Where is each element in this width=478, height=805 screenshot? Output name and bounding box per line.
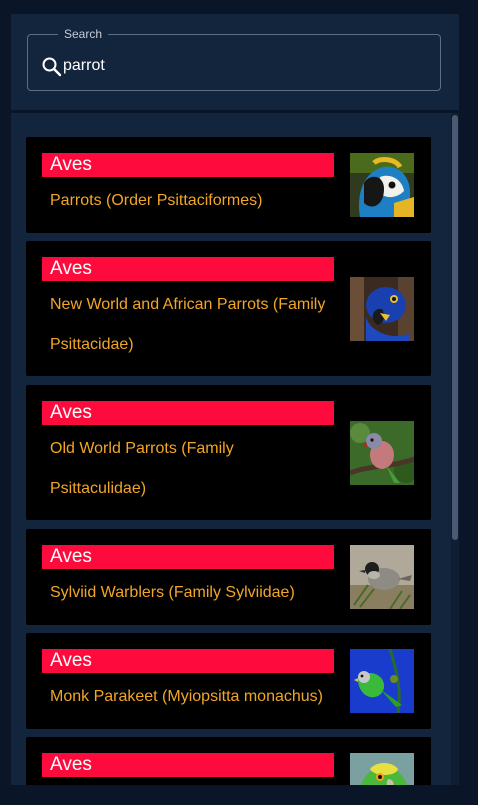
result-card[interactable]: Aves Monk Parakeet (Myiopsitta monachus) <box>26 633 431 729</box>
warbler-photo <box>350 545 414 609</box>
parakeet-on-branch-photo <box>350 421 414 485</box>
search-input[interactable] <box>63 53 423 79</box>
scrollbar-thumb[interactable] <box>452 115 458 540</box>
result-title: Parrots (Order Psittaciformes) <box>50 192 263 209</box>
result-card[interactable]: Aves Parrots (Order Psittaciformes) <box>26 137 431 233</box>
result-card[interactable]: Aves Sylviid Warblers (Family Sylviidae) <box>26 529 431 625</box>
result-title: Sylviid Warblers (Family Sylviidae) <box>50 584 295 601</box>
result-card[interactable]: Aves Old World Parrots (Family Psittacul… <box>26 385 431 520</box>
monk-parakeet-photo <box>350 649 414 713</box>
result-card[interactable]: Aves <box>26 737 431 785</box>
class-badge: Aves <box>42 753 334 777</box>
result-title: Monk Parakeet (Myiopsitta monachus) <box>50 688 323 705</box>
search-field[interactable]: Search <box>27 26 441 91</box>
class-badge: Aves <box>42 649 334 673</box>
results-list[interactable]: Aves Parrots (Order Psittaciformes) Aves… <box>11 113 459 785</box>
search-label: Search <box>58 26 109 42</box>
class-badge: Aves <box>42 257 334 281</box>
result-title: Old World Parrots (Family Psittaculidae) <box>50 440 234 497</box>
result-card[interactable]: Aves New World and African Parrots (Fami… <box>26 241 431 376</box>
class-badge: Aves <box>42 153 334 177</box>
hyacinth-macaw-photo <box>350 277 414 341</box>
class-badge: Aves <box>42 545 334 569</box>
amazon-parrot-photo <box>350 753 414 785</box>
search-panel: Search <box>11 14 459 110</box>
scrollbar[interactable] <box>451 113 459 785</box>
search-icon <box>40 55 64 79</box>
macaw-photo <box>350 153 414 217</box>
result-title: New World and African Parrots (Family Ps… <box>50 296 326 353</box>
class-badge: Aves <box>42 401 334 425</box>
